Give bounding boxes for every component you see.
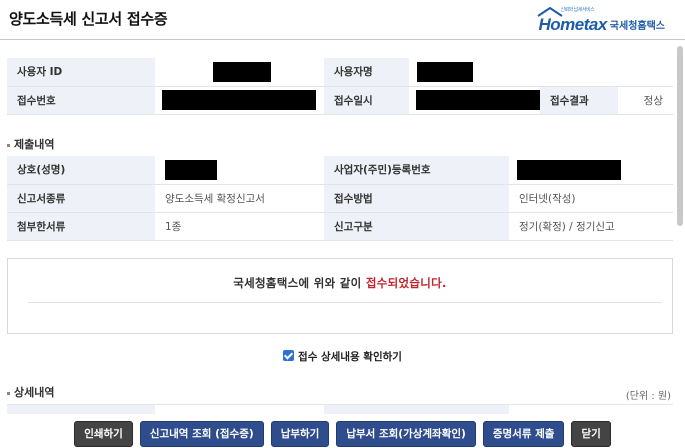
details-header-cell <box>7 404 155 414</box>
submission-table: 상호(성명) 사업자(주민)등록번호 신고서종류 양도소득세 확정신고서 접수방… <box>7 156 673 241</box>
receipt-notice-box: 국세청홈택스에 위와 같이 접수되었습니다. <box>7 258 673 334</box>
return-type-value: 양도소득세 확정신고서 <box>155 184 324 213</box>
method-label: 접수방법 <box>324 184 509 213</box>
redacted-block <box>213 61 271 82</box>
table-row: 사용자 ID 사용자명 <box>7 58 673 87</box>
logo-mark: 신뢰와 납세서비스 Hometax <box>537 7 607 34</box>
submit-docs-button[interactable]: 증명서류 제출 <box>482 421 565 447</box>
details-table-header <box>7 404 673 414</box>
logo-slogan: 신뢰와 납세서비스 <box>560 7 595 13</box>
detail-check-row[interactable]: 접수 상세내용 확인하기 <box>0 349 685 364</box>
table-row: 상호(성명) 사업자(주민)등록번호 <box>7 156 673 185</box>
unit-label: (단위 : 원) <box>625 391 671 402</box>
user-info-table: 사용자 ID 사용자명 접수번호 접수일시 접수결과 정상 <box>7 58 673 115</box>
category-value: 정기(확정) / 정기신고 <box>509 212 673 241</box>
redacted-block <box>517 159 621 180</box>
redacted-block <box>162 90 316 110</box>
receipt-window: 양도소득세 신고서 접수증 신뢰와 납세서비스 Hometax 국세청홈택스 사… <box>0 0 685 448</box>
redacted-block <box>416 90 540 110</box>
receipt-datetime-value <box>409 86 540 115</box>
details-header-cell <box>155 404 324 414</box>
logo-text: 국세청홈택스 <box>609 21 665 32</box>
redacted-block <box>165 159 217 180</box>
user-id-value <box>155 58 324 87</box>
return-type-label: 신고서종류 <box>7 184 155 213</box>
redacted-block <box>417 61 473 82</box>
attachments-value: 1종 <box>155 212 324 241</box>
business-name-value <box>155 156 324 185</box>
print-button[interactable]: 인쇄하기 <box>74 421 133 447</box>
pay-button[interactable]: 납부하기 <box>270 421 330 447</box>
receipt-no-value <box>155 86 324 115</box>
bill-lookup-button[interactable]: 납부서 조회(가상계좌확인) <box>336 421 476 447</box>
table-row: 첨부한서류 1종 신고구분 정기(확정) / 정기신고 <box>7 212 673 241</box>
details-section-title: 상세내역 <box>7 384 54 400</box>
page-title: 양도소득세 신고서 접수증 <box>9 10 168 28</box>
receipt-datetime-label: 접수일시 <box>324 86 409 115</box>
details-header-cell <box>324 404 509 414</box>
receipt-notice-text: 국세청홈택스에 위와 같이 접수되었습니다. <box>233 276 447 290</box>
receipt-no-label: 접수번호 <box>7 86 155 115</box>
scroll-thumb[interactable] <box>677 46 683 226</box>
submission-section-title: 제출내역 <box>7 136 54 152</box>
history-button[interactable]: 신고내역 조회 (접수증) <box>139 421 264 447</box>
detail-check-label[interactable]: 접수 상세내용 확인하기 <box>298 351 402 363</box>
user-name-label: 사용자명 <box>324 58 409 87</box>
hometax-logo: 신뢰와 납세서비스 Hometax 국세청홈택스 <box>537 7 665 34</box>
page-header: 양도소득세 신고서 접수증 신뢰와 납세서비스 Hometax 국세청홈택스 <box>0 0 685 40</box>
receipt-confirmed-text: 접수되었습니다. <box>365 276 447 290</box>
bullet-icon <box>7 143 10 147</box>
close-button[interactable]: 닫기 <box>571 421 611 447</box>
details-header-cell <box>509 404 673 414</box>
action-bar: 인쇄하기 신고내역 조회 (접수증) 납부하기 납부서 조회(가상계좌확인) 증… <box>0 421 685 447</box>
table-row: 신고서종류 양도소득세 확정신고서 접수방법 인터넷(작성) <box>7 184 673 213</box>
vertical-scrollbar[interactable] <box>675 46 685 230</box>
category-label: 신고구분 <box>324 212 509 241</box>
user-name-value <box>409 58 673 87</box>
attachments-label: 첨부한서류 <box>7 212 155 241</box>
logo-wordmark: Hometax <box>538 15 607 34</box>
divider <box>28 302 662 303</box>
receipt-result-label: 접수결과 <box>540 86 618 115</box>
receipt-result-value: 정상 <box>618 86 673 115</box>
method-value: 인터넷(작성) <box>509 184 673 213</box>
table-row: 접수번호 접수일시 접수결과 정상 <box>7 86 673 115</box>
user-id-label: 사용자 ID <box>7 58 155 87</box>
detail-checkbox[interactable] <box>283 350 295 361</box>
business-name-label: 상호(성명) <box>7 156 155 185</box>
reg-no-value <box>509 156 673 185</box>
reg-no-label: 사업자(주민)등록번호 <box>324 156 509 185</box>
bullet-icon <box>7 391 10 395</box>
